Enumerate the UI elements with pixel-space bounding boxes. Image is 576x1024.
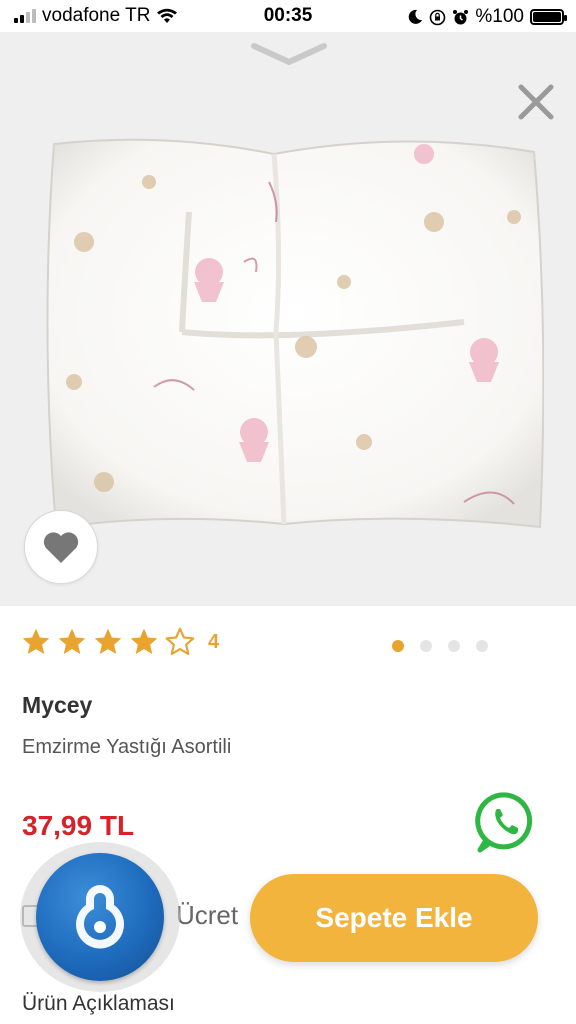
- pager-dot-active[interactable]: [392, 640, 404, 652]
- favorite-button[interactable]: [24, 510, 98, 584]
- product-brand[interactable]: Mycey: [22, 692, 92, 719]
- product-name: Emzirme Yastığı Asortili: [22, 736, 232, 758]
- product-gallery[interactable]: mycey: [0, 32, 576, 606]
- close-icon[interactable]: [516, 82, 556, 122]
- shipping-label: Ücret: [176, 900, 239, 930]
- pager-dot[interactable]: [420, 640, 432, 652]
- product-price: 37,99 TL: [22, 810, 135, 841]
- gallery-pager[interactable]: [392, 640, 488, 652]
- moon-icon: [409, 9, 423, 24]
- star-outline-icon: [165, 627, 195, 656]
- chevron-down-icon[interactable]: [250, 40, 328, 68]
- rating[interactable]: 4: [20, 626, 219, 658]
- battery-icon: [530, 9, 567, 25]
- app-logo-icon: [36, 853, 164, 981]
- star-icon: [58, 628, 86, 654]
- star-icon: [130, 628, 158, 654]
- heart-icon: [43, 532, 79, 563]
- alarm-icon: [453, 9, 469, 24]
- add-to-cart-button[interactable]: Sepete Ekle: [250, 874, 538, 962]
- status-right: %100: [407, 6, 567, 28]
- pager-dot[interactable]: [476, 640, 488, 652]
- description-section-label[interactable]: Ürün Açıklaması: [22, 992, 175, 1016]
- orientation-lock-icon: [430, 9, 446, 25]
- star-icon: [94, 628, 122, 654]
- product-image: mycey: [46, 138, 544, 530]
- pager-dot[interactable]: [448, 640, 460, 652]
- star-icon: [22, 628, 50, 654]
- status-bar: vodafone TR 00:35 %100: [0, 0, 576, 32]
- app-floating-button[interactable]: [20, 842, 180, 992]
- whatsapp-icon[interactable]: [474, 790, 538, 854]
- rating-count: 4: [208, 630, 220, 653]
- battery-percentage: %100: [475, 6, 524, 27]
